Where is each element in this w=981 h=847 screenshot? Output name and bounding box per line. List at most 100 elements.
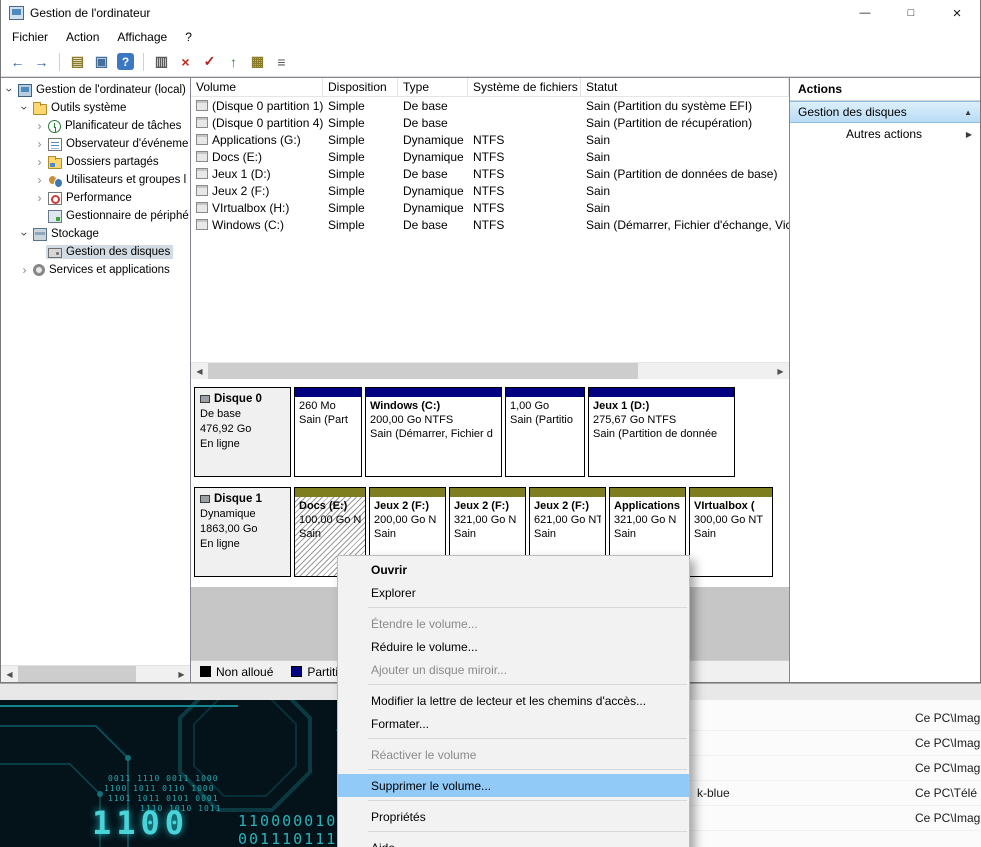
check-icon[interactable]: ✓ — [199, 51, 220, 72]
menuitem-ouvrir[interactable]: Ouvrir — [338, 558, 689, 581]
column-disposition[interactable]: Disposition — [323, 78, 398, 96]
chevron-down-icon[interactable]: › — [4, 84, 16, 97]
scroll-thumb[interactable] — [18, 666, 136, 683]
menu-item[interactable]: ? — [176, 28, 201, 46]
action-autres-actions[interactable]: Autres actions▶ — [790, 123, 980, 145]
expand-icon[interactable]: ▶ — [966, 130, 972, 139]
tree-scrollbar[interactable]: ◀ ▶ — [1, 665, 190, 682]
tree-item-utilisateurs-et-groupes-l[interactable]: ›Utilisateurs et groupes l — [1, 171, 190, 189]
volume-cell: Jeux 1 (D:) — [191, 167, 323, 181]
tree-item-dossiers-partag-s[interactable]: ›Dossiers partagés — [1, 153, 190, 171]
delete-icon[interactable]: × — [175, 51, 196, 72]
disk-icon — [200, 395, 210, 403]
disk-label-disque-0[interactable]: Disque 0De base476,92 GoEn ligne — [194, 387, 291, 477]
volume-line: Sain (Part — [299, 413, 357, 427]
tree-item-services-et-applications[interactable]: ›Services et applications — [1, 261, 190, 279]
menu-separator — [368, 607, 687, 608]
tree-item-outils-syst-me[interactable]: ›Outils système — [1, 99, 190, 117]
volume-row-jeux-1-d[interactable]: Jeux 1 (D:)SimpleDe baseNTFSSain (Partit… — [191, 165, 789, 182]
menuitem-propri-t-s[interactable]: Propriétés — [338, 805, 689, 828]
menuitem-explorer[interactable]: Explorer — [338, 581, 689, 604]
volume-row-disque-0-partition-1[interactable]: (Disque 0 partition 1)SimpleDe baseSain … — [191, 97, 789, 114]
menuitem-aide[interactable]: Aide — [338, 836, 689, 847]
volume-scrollbar[interactable]: ◀ ▶ — [191, 362, 789, 379]
volume-block-1-00-go[interactable]: 1,00 GoSain (Partitio — [505, 387, 585, 477]
volume-block-virtualbox[interactable]: VIrtualbox (300,00 Go NTSain — [689, 487, 773, 577]
scroll-right-icon[interactable]: ▶ — [772, 363, 789, 380]
forward-icon[interactable]: → — [31, 51, 52, 72]
volume-line: Sain (Partitio — [510, 413, 580, 427]
volume-icon — [196, 117, 208, 128]
disposition-cell: Simple — [323, 184, 398, 198]
volume-line: Sain — [534, 527, 601, 541]
tree-item-planificateur-de-t-ches[interactable]: ›Planificateur de tâches — [1, 117, 190, 135]
disk-label-disque-1[interactable]: Disque 1Dynamique1863,00 GoEn ligne — [194, 487, 291, 577]
close-button[interactable]: × — [934, 0, 980, 26]
column-volume[interactable]: Volume — [191, 78, 323, 96]
menubar: FichierActionAffichage? — [1, 26, 980, 47]
folder-view-icon[interactable]: ▦ — [247, 51, 268, 72]
chevron-right-icon[interactable]: › — [33, 120, 46, 132]
volume-row-applications-g[interactable]: Applications (G:)SimpleDynamiqueNTFSSain — [191, 131, 789, 148]
device-manager-icon — [48, 210, 62, 223]
scroll-thumb[interactable] — [208, 363, 638, 380]
tree-item-gestionnaire-de-p-riph[interactable]: ›Gestionnaire de périphé — [1, 207, 190, 225]
chevron-right-icon[interactable]: › — [33, 138, 46, 150]
action-gestion-des-disques[interactable]: Gestion des disques▲ — [790, 101, 980, 123]
volume-block-jeux-1-d[interactable]: Jeux 1 (D:)275,67 Go NTFSSain (Partition… — [588, 387, 735, 477]
volume-row-jeux-2-f[interactable]: Jeux 2 (F:)SimpleDynamiqueNTFSSain — [191, 182, 789, 199]
help-icon[interactable]: ? — [117, 53, 134, 70]
menu-affichage[interactable]: Affichage — [108, 28, 176, 46]
menuitem-supprimer-le-volume[interactable]: Supprimer le volume... — [338, 774, 689, 797]
volume-body: 1,00 GoSain (Partitio — [506, 397, 584, 476]
volume-row-disque-0-partition-4[interactable]: (Disque 0 partition 4)SimpleDe baseSain … — [191, 114, 789, 131]
chevron-right-icon[interactable]: › — [33, 156, 46, 168]
export-list-icon[interactable]: ▤ — [67, 51, 88, 72]
console-tree-icon[interactable]: ▥ — [151, 51, 172, 72]
window-icon[interactable]: ▣ — [91, 51, 112, 72]
chevron-down-icon[interactable]: › — [19, 102, 31, 115]
tree-item-gestion-des-disques[interactable]: ›Gestion des disques — [1, 243, 190, 261]
volume-line: 275,67 Go NTFS — [593, 413, 730, 427]
chevron-right-icon[interactable]: › — [18, 264, 31, 276]
scroll-left-icon[interactable]: ◀ — [1, 666, 18, 683]
type-cell: Dynamique — [398, 150, 468, 164]
chevron-down-icon[interactable]: › — [19, 228, 31, 241]
chevron-right-icon[interactable]: › — [33, 174, 46, 186]
column-type[interactable]: Type — [398, 78, 468, 96]
scroll-right-icon[interactable]: ▶ — [173, 666, 190, 683]
filesystem-cell: NTFS — [468, 133, 581, 147]
tree-item-stockage[interactable]: › Stockage — [1, 225, 190, 243]
menu-fichier[interactable]: Fichier — [3, 28, 57, 46]
status-cell: Sain (Démarrer, Fichier d'échange, Vic — [581, 218, 789, 232]
chevron-right-icon[interactable]: › — [33, 192, 46, 204]
volume-body: Jeux 1 (D:)275,67 Go NTFSSain (Partition… — [589, 397, 734, 476]
up-arrow-icon[interactable]: ↑ — [223, 51, 244, 72]
tree-item-performance[interactable]: ›Performance — [1, 189, 190, 207]
collapse-icon[interactable]: ▲ — [964, 108, 972, 117]
tree-item-observateur-d-v-neme[interactable]: ›Observateur d'événeme — [1, 135, 190, 153]
column-syst-me-de-fichiers[interactable]: Système de fichiers — [468, 78, 581, 96]
legend-non-allou: Non alloué — [200, 665, 273, 679]
minimize-button[interactable]: — — [842, 0, 888, 26]
back-icon[interactable]: ← — [7, 51, 28, 72]
tree-item-gestion-de-l-ordinateur-local[interactable]: ›Gestion de l'ordinateur (local) — [1, 81, 190, 99]
window-title: Gestion de l'ordinateur — [30, 6, 150, 20]
volume-row-docs-e[interactable]: Docs (E:)SimpleDynamiqueNTFSSain — [191, 148, 789, 165]
titlebar[interactable]: Gestion de l'ordinateur — □ × — [1, 0, 980, 26]
volume-block-260-mo[interactable]: 260 MoSain (Part — [294, 387, 362, 477]
volume-row-windows-c[interactable]: Windows (C:)SimpleDe baseNTFSSain (Démar… — [191, 216, 789, 233]
scroll-left-icon[interactable]: ◀ — [191, 363, 208, 380]
menuitem-r-duire-le-volume[interactable]: Réduire le volume... — [338, 635, 689, 658]
column-statut[interactable]: Statut — [581, 78, 789, 96]
menuitem-modifier-la-lettre-de-lecteur-et-les-chemins-d-acc-s[interactable]: Modifier la lettre de lecteur et les che… — [338, 689, 689, 712]
menu-action[interactable]: Action — [57, 28, 108, 46]
volume-row-virtualbox-h[interactable]: VIrtualbox (H:)SimpleDynamiqueNTFSSain — [191, 199, 789, 216]
form-icon[interactable]: ≡ — [271, 51, 292, 72]
volume-line: Jeux 2 (F:) — [534, 499, 601, 513]
volume-block-windows-c[interactable]: Windows (C:)200,00 Go NTFSSain (Démarrer… — [365, 387, 502, 477]
maximize-button[interactable]: □ — [888, 0, 934, 26]
tree-item-label: Stockage — [51, 228, 99, 240]
tree: ›Gestion de l'ordinateur (local)›Outils … — [1, 78, 191, 682]
menuitem-formater[interactable]: Formater... — [338, 712, 689, 735]
